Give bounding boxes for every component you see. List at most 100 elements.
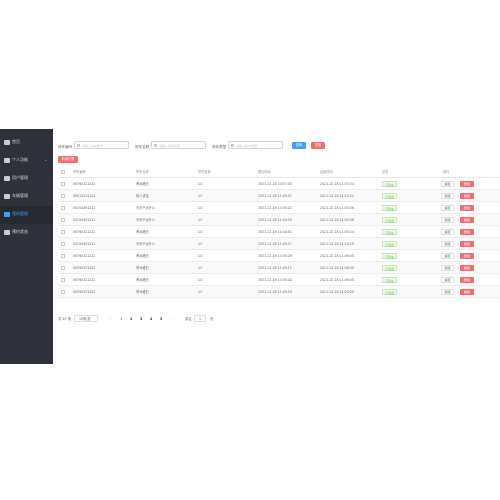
pagination: 共 47 条 10条/页 ‹ 1 2 3 4 5 › 前往 1 页 — [58, 315, 358, 323]
cell-name: 今天干点什么 — [136, 206, 156, 210]
cell-end: 2021-12-18 11:06:45 — [320, 278, 354, 282]
status-badge: 已完成 — [382, 193, 398, 199]
search-button[interactable]: 查询 — [292, 142, 306, 149]
delete-button[interactable]: 删除 — [460, 193, 474, 199]
mail-icon — [4, 158, 10, 163]
sidebar-item-reservation-status[interactable]: 预约状态 — [0, 224, 53, 242]
row-checkbox[interactable] — [61, 206, 65, 210]
filter-input-type[interactable]: 请输入停车类型 — [228, 141, 283, 149]
table-row: 00390321222 黄冰峰石 13 2021-12-18 11:05:29 2021… — [58, 250, 500, 262]
column-header-qty[interactable]: 停车数量 — [198, 169, 211, 175]
page-number[interactable]: 1 — [120, 316, 122, 322]
chevron-down-icon: ⌄ — [44, 157, 48, 162]
cell-end: 2021-12-18 11:06:30 — [320, 266, 354, 270]
reset-button[interactable]: 重置 — [311, 142, 325, 149]
cell-end: 2021-12-18 11:04:36 — [320, 206, 354, 210]
cell-name: 今天干点什么 — [136, 242, 156, 246]
sidebar: 首页 个人功能 ⌄ 用户管理 车辆管理 我的管理 预约状态 — [0, 129, 53, 364]
cell-name: 黄冰峰石 — [136, 254, 149, 258]
row-checkbox[interactable] — [61, 218, 65, 222]
edit-button[interactable]: 编辑 — [441, 229, 454, 235]
filter-placeholder: 请输入停车名称 — [159, 144, 181, 148]
page-number[interactable]: 5 — [160, 316, 162, 322]
page-size-select[interactable]: 10条/页 — [74, 315, 98, 322]
sidebar-item-home[interactable]: 首页 — [0, 134, 53, 152]
search-icon — [154, 144, 157, 147]
status-badge: 已完成 — [382, 181, 398, 187]
status-badge: 已完成 — [382, 253, 398, 259]
cell-name: 黄冰峰石 — [136, 182, 149, 186]
filter-input-code[interactable]: 请输入停车编号 — [74, 141, 129, 149]
status-badge: 已完成 — [382, 265, 398, 271]
sidebar-item-vehicles[interactable]: 车辆管理 — [0, 188, 53, 206]
delete-button[interactable]: 删除 — [460, 277, 474, 283]
sidebar-item-label: 车辆管理 — [12, 193, 28, 198]
edit-button[interactable]: 编辑 — [441, 205, 454, 211]
row-checkbox[interactable] — [61, 230, 65, 234]
page-number[interactable]: 2 — [130, 316, 132, 322]
filter-input-name[interactable]: 请输入停车名称 — [151, 141, 206, 149]
row-checkbox[interactable] — [61, 278, 65, 282]
sidebar-item-label: 个人功能 — [12, 157, 28, 162]
delete-button[interactable]: 删除 — [460, 181, 474, 187]
row-checkbox[interactable] — [61, 266, 65, 270]
edit-button[interactable]: 编辑 — [441, 265, 454, 271]
list-icon — [4, 212, 10, 217]
row-checkbox[interactable] — [61, 194, 65, 198]
row-checkbox[interactable] — [61, 290, 65, 294]
cell-code: 04154491211 — [73, 242, 96, 246]
edit-button[interactable]: 编辑 — [441, 217, 454, 223]
edit-button[interactable]: 编辑 — [441, 241, 454, 247]
edit-button[interactable]: 编辑 — [441, 193, 454, 199]
add-record-button[interactable]: 新增记录 — [58, 156, 78, 163]
page-number[interactable]: 3 — [140, 316, 142, 322]
delete-button[interactable]: 删除 — [460, 289, 474, 295]
delete-button[interactable]: 删除 — [460, 241, 474, 247]
cell-end: 2021-12-18 11:10:19 — [320, 242, 354, 246]
sidebar-item-users[interactable]: 用户管理 — [0, 170, 53, 188]
row-checkbox[interactable] — [61, 242, 65, 246]
sidebar-item-personal[interactable]: 个人功能 ⌄ — [0, 152, 53, 170]
cell-code: 00390321222 — [73, 266, 96, 270]
cell-qty: 13 — [198, 290, 203, 294]
edit-button[interactable]: 编辑 — [441, 277, 454, 283]
pagination-total: 共 47 条 — [58, 317, 72, 321]
column-header-code[interactable]: 停车编号 — [73, 169, 86, 175]
cell-qty: 13 — [198, 266, 203, 270]
prev-page-icon[interactable]: ‹ — [110, 316, 112, 322]
delete-button[interactable]: 删除 — [460, 217, 474, 223]
cell-code: 00390321222 — [73, 290, 96, 294]
cell-code: 04154491211 — [73, 206, 96, 210]
table-row: 00390321222 黄冰峰石 13 2021-12-18 11:04:51 2021… — [58, 226, 500, 238]
cell-end: 2021-12-18 11:06:05 — [320, 254, 354, 258]
edit-button[interactable]: 编辑 — [441, 181, 454, 187]
sidebar-item-my-management[interactable]: 我的管理 — [0, 206, 53, 224]
next-page-icon[interactable]: › — [170, 316, 172, 322]
delete-button[interactable]: 删除 — [460, 205, 474, 211]
delete-button[interactable]: 删除 — [460, 253, 474, 259]
goto-page-input[interactable]: 1 — [194, 315, 206, 322]
row-checkbox[interactable] — [61, 182, 65, 186]
cell-start: 2021-12-18 11:04:50 — [258, 218, 292, 222]
page-number[interactable]: 4 — [150, 316, 152, 322]
delete-button[interactable]: 删除 — [460, 229, 474, 235]
column-header-end[interactable]: 结束时间 — [320, 169, 333, 175]
edit-button[interactable]: 编辑 — [441, 253, 454, 259]
filter-label-type: 停车类型 — [212, 145, 227, 149]
cell-qty: 13 — [198, 194, 203, 198]
search-icon — [77, 144, 80, 147]
column-header-start[interactable]: 预约时间 — [258, 169, 271, 175]
delete-button[interactable]: 删除 — [460, 265, 474, 271]
table-row: 06512212122 找人讲话 13 2021-12-18 11:05:21 2021… — [58, 190, 500, 202]
table-row: 00390321222 黄冰峰石 13 2021-12-18 10:57:50 2021… — [58, 178, 500, 190]
select-all-checkbox[interactable] — [61, 170, 65, 174]
search-icon — [231, 144, 234, 147]
cell-qty: 13 — [198, 218, 203, 222]
edit-button[interactable]: 编辑 — [441, 289, 454, 295]
cell-code: 00390321222 — [73, 182, 96, 186]
column-header-name[interactable]: 停车名称 — [136, 169, 149, 175]
column-header-status: 状态 — [382, 170, 389, 174]
row-checkbox[interactable] — [61, 254, 65, 258]
cell-qty: 13 — [198, 206, 203, 210]
cell-start: 2021-12-18 11:05:21 — [258, 206, 292, 210]
